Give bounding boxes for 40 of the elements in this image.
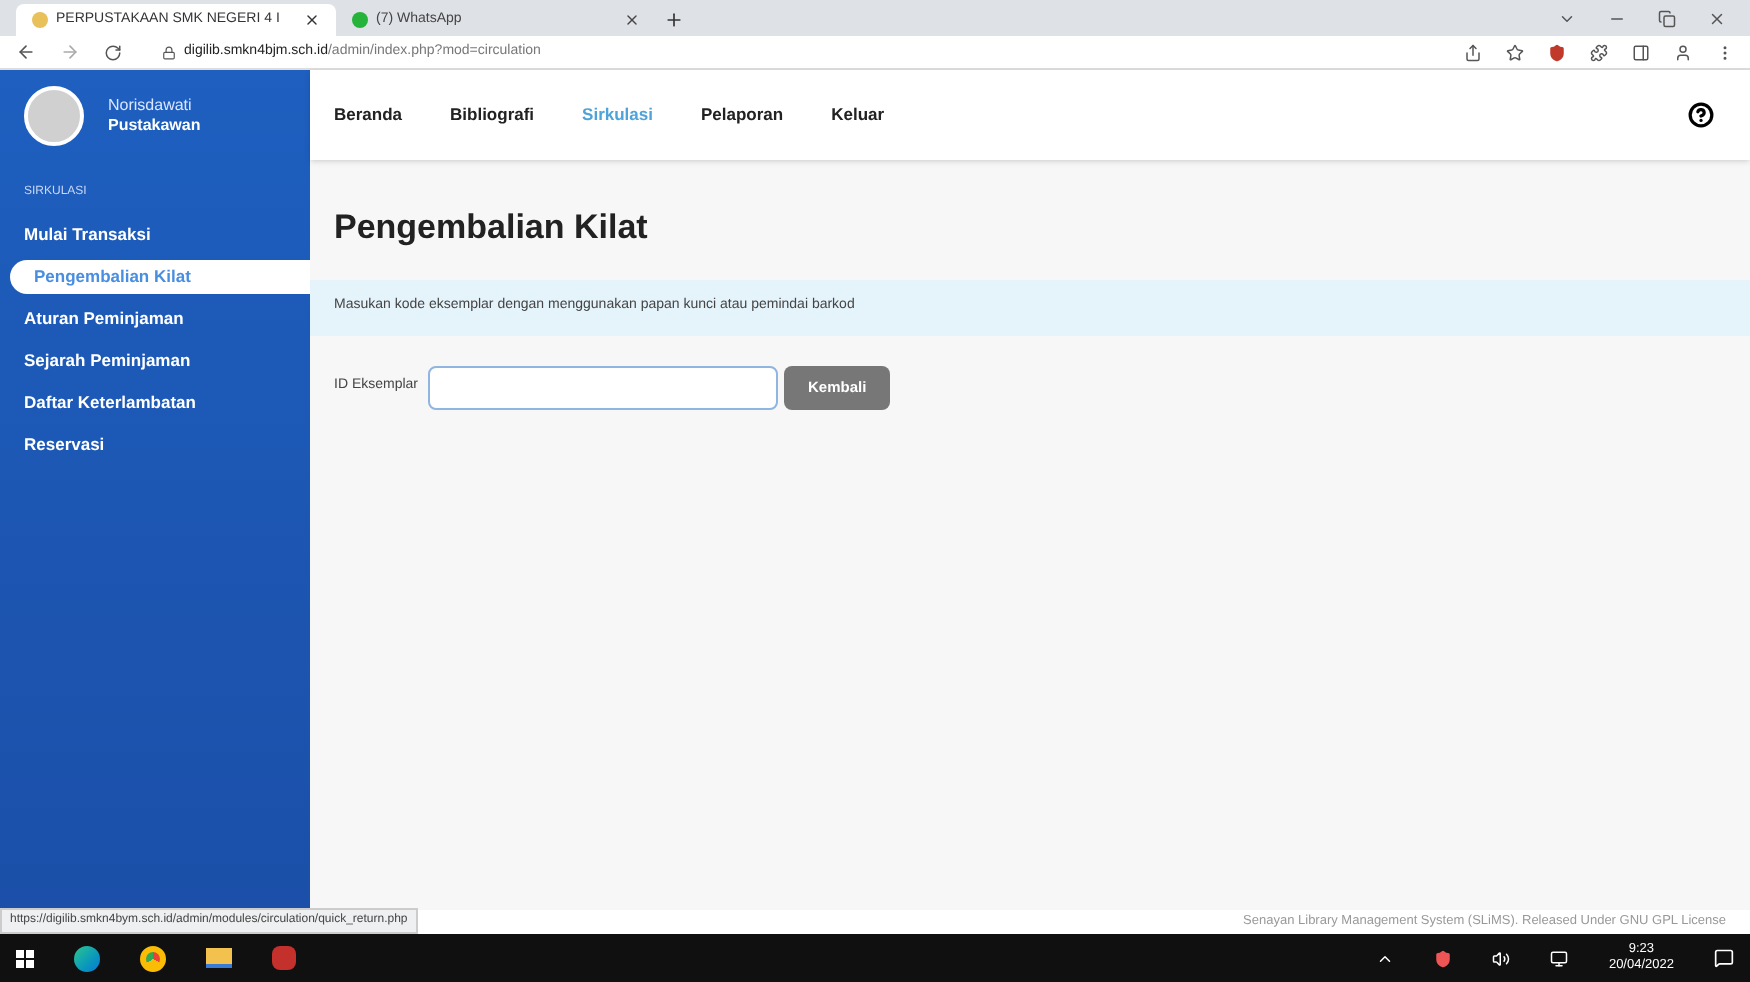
back-icon[interactable] [16, 42, 36, 62]
sidebar-item[interactable]: Aturan Peminjaman [0, 302, 310, 336]
share-icon[interactable] [1464, 43, 1482, 61]
nav-link[interactable]: Pelaporan [700, 102, 784, 128]
browser-edge-icon[interactable] [74, 945, 100, 971]
close-icon[interactable] [304, 12, 320, 28]
sidebar-item[interactable]: Daftar Keterlambatan [0, 386, 310, 420]
avatar-icon [24, 85, 84, 145]
new-tab-icon[interactable] [664, 10, 684, 30]
sidebar-item[interactable]: Mulai Transaksi [0, 218, 310, 252]
close-icon[interactable] [624, 12, 640, 28]
reload-icon[interactable] [104, 43, 122, 61]
lock-icon [162, 45, 176, 59]
notifications-icon[interactable] [1714, 948, 1734, 968]
windows-start-icon[interactable] [16, 949, 34, 967]
nav-link[interactable]: Keluar [831, 102, 885, 128]
input-field[interactable] [428, 365, 779, 409]
network-icon[interactable] [1550, 949, 1569, 967]
shield-icon[interactable] [1548, 43, 1566, 61]
app-icon[interactable] [272, 946, 296, 970]
extensions-icon[interactable] [1590, 43, 1608, 61]
volume-icon[interactable] [1492, 949, 1511, 967]
restore-icon[interactable] [1658, 10, 1676, 28]
help-icon[interactable] [1688, 102, 1714, 128]
tab-favicon-icon [32, 12, 48, 28]
bookmark-icon[interactable] [1506, 43, 1524, 61]
user-role: Pustakawan [108, 115, 201, 135]
profile-icon[interactable] [1674, 43, 1692, 61]
nav-link[interactable]: Beranda [334, 102, 403, 128]
nav-link[interactable]: Bibliografi [450, 102, 535, 128]
close-icon[interactable] [1708, 10, 1726, 28]
folder-icon[interactable] [206, 948, 232, 968]
page-title: Pengembalian Kilat [332, 206, 650, 250]
user-name: Norisdawati [108, 95, 194, 115]
security-icon[interactable] [1434, 949, 1453, 967]
dropdown-icon[interactable] [1558, 10, 1576, 28]
sidebar-item[interactable]: Sejarah Peminjaman [0, 344, 310, 378]
sidebar-item[interactable]: Reservasi [0, 428, 310, 462]
tab-favicon-icon [352, 12, 368, 28]
side-panel-icon[interactable] [1632, 43, 1650, 61]
